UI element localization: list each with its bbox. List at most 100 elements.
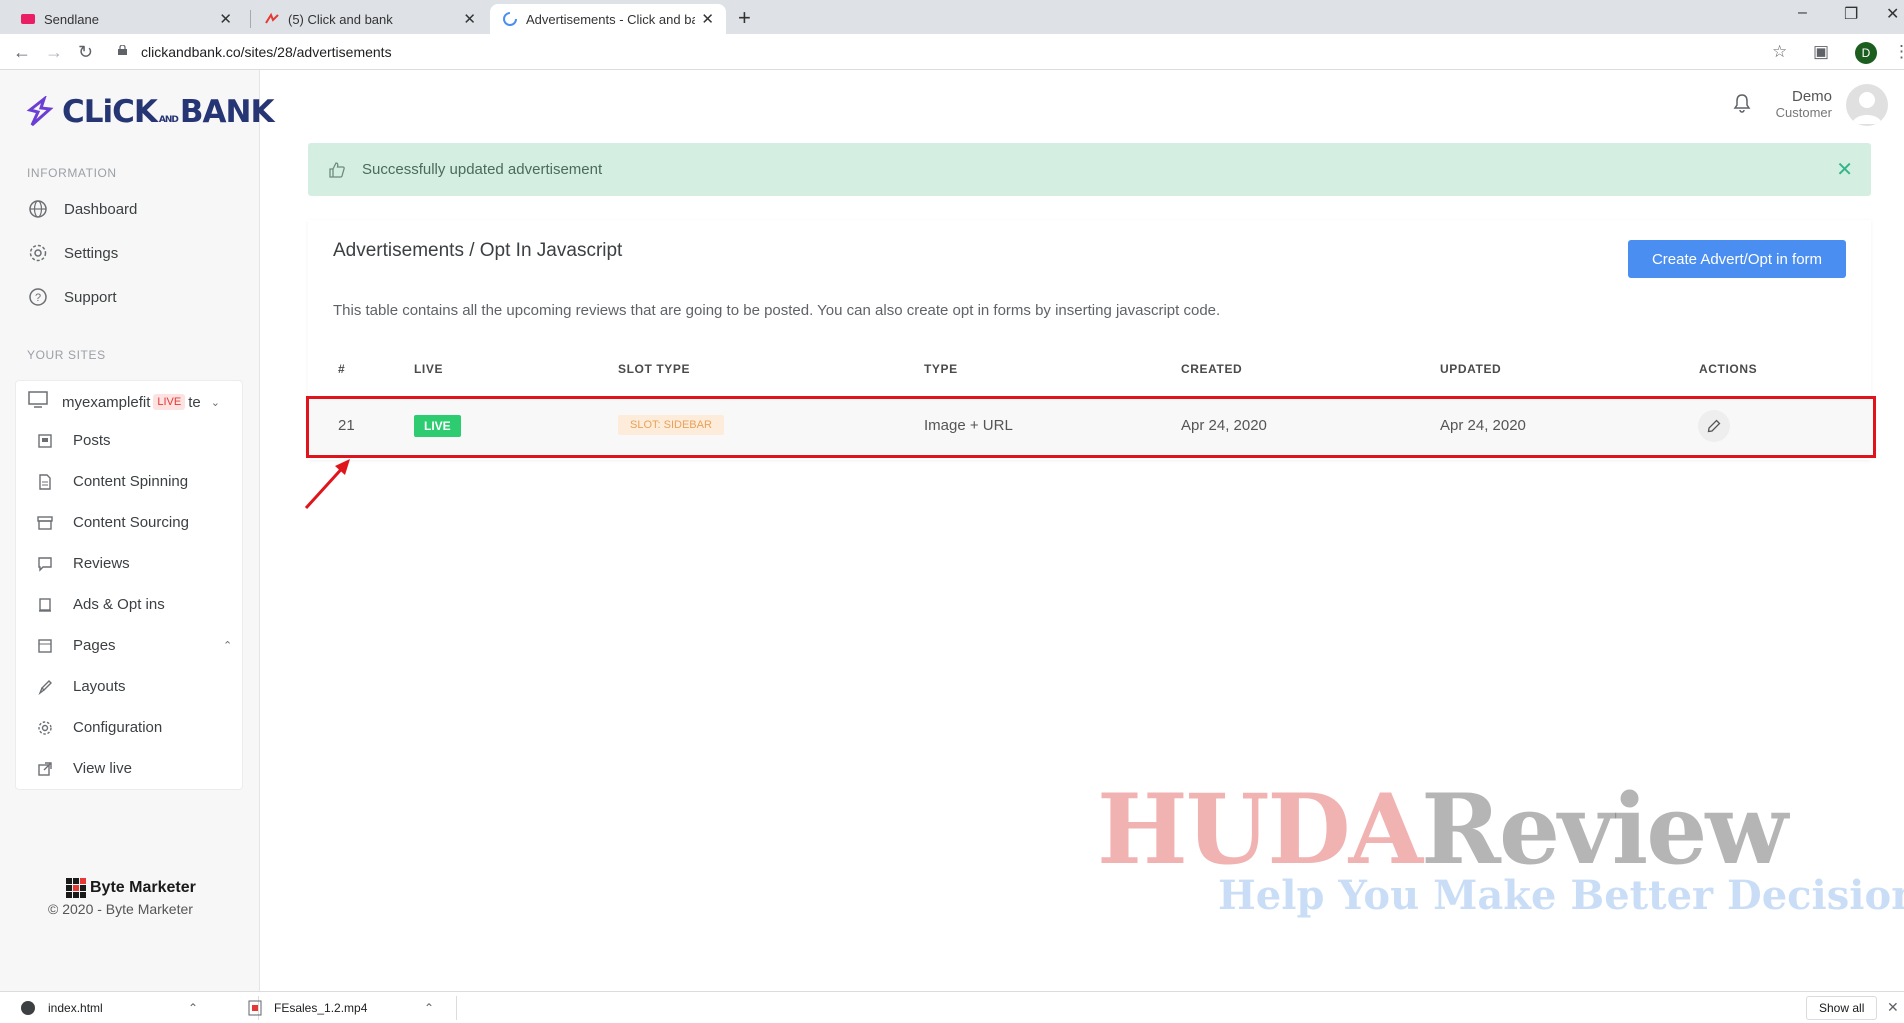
tab-advertisements[interactable]: Advertisements - Click and bank ✕ [490, 4, 726, 34]
back-arrow-icon[interactable]: ← [13, 42, 31, 63]
sidebar-item-label: Pages [73, 637, 116, 654]
lock-icon [118, 45, 127, 55]
sidebar-item-reviews[interactable]: Reviews [38, 555, 130, 572]
tab-divider [250, 10, 251, 28]
logo-text: CLiCK ANDBANK [62, 94, 274, 130]
sidebar-item-dashboard[interactable]: Dashboard [27, 198, 137, 220]
svg-text:?: ? [35, 292, 41, 304]
sidebar-item-label: Ads & Opt ins [73, 596, 165, 613]
page-title: Advertisements / Opt In Javascript [333, 240, 623, 261]
watermark-part-b: Review [1421, 773, 1788, 886]
footer-copyright: © 2020 - Byte Marketer [48, 901, 193, 917]
clickandbank-favicon-icon [264, 11, 280, 27]
chevron-up-icon[interactable]: ⌃ [223, 639, 232, 652]
gear-icon [37, 720, 53, 736]
browser-tab-bar: Sendlane ✕ (5) Click and bank ✕ Advertis… [0, 0, 1904, 34]
user-name: Demo [1791, 88, 1832, 105]
video-file-icon [248, 1000, 262, 1016]
column-header-created: CREATED [1181, 362, 1243, 376]
download-item[interactable]: index.html ⌃ [20, 1000, 198, 1016]
logo-mark-icon [26, 96, 54, 127]
sidebar-item-label: Content Spinning [73, 473, 189, 490]
section-title-your-sites: YOUR SITES [27, 348, 106, 362]
page-icon [37, 638, 53, 654]
forward-arrow-icon[interactable]: → [45, 42, 63, 63]
sidebar-item-posts[interactable]: Posts [38, 432, 111, 449]
new-tab-button[interactable]: + [738, 5, 751, 31]
footer-brand: Byte Marketer [66, 878, 196, 898]
posts-icon [37, 433, 53, 449]
sendlane-favicon-icon [20, 11, 36, 27]
sidebar-item-ads-opt-ins[interactable]: Ads & Opt ins [39, 596, 165, 613]
download-filename: index.html [48, 1001, 103, 1015]
ad-icon [37, 597, 53, 613]
create-advert-button[interactable]: Create Advert/Opt in form [1628, 240, 1846, 278]
sidebar-item-pages[interactable]: Pages ⌃ [38, 637, 233, 654]
chevron-up-icon[interactable]: ⌃ [188, 1001, 198, 1015]
comment-icon [37, 556, 53, 572]
sidebar-item-settings[interactable]: Settings [27, 242, 118, 264]
tab-click-and-bank[interactable]: (5) Click and bank ✕ [252, 4, 488, 34]
close-icon[interactable]: ✕ [219, 10, 232, 28]
chevron-down-icon: ⌄ [210, 396, 220, 409]
bell-icon[interactable] [1732, 93, 1752, 113]
reload-icon[interactable]: ↻ [78, 42, 93, 63]
loading-spinner-icon [502, 11, 518, 27]
document-icon [37, 473, 53, 490]
gear-icon [27, 242, 49, 264]
monitor-icon [28, 391, 48, 413]
sidebar-item-label: Content Sourcing [73, 514, 189, 531]
download-item[interactable]: FEsales_1.2.mp4 ⌃ [248, 1000, 434, 1016]
watermark-title: HUDAReview [1097, 773, 1788, 886]
chevron-up-icon[interactable]: ⌃ [424, 1001, 434, 1015]
column-header-id: # [338, 362, 346, 376]
sidebar-item-layouts[interactable]: Layouts [38, 678, 126, 695]
sidebar-item-content-sourcing[interactable]: Content Sourcing [37, 514, 189, 531]
close-window-icon[interactable]: ✕ [1886, 4, 1899, 24]
html-file-icon [21, 1001, 35, 1015]
menu-kebab-icon[interactable]: ⋮ [1893, 42, 1904, 62]
tab-sendlane[interactable]: Sendlane ✕ [8, 4, 244, 34]
sidebar-item-configuration[interactable]: Configuration [38, 719, 162, 736]
restore-icon[interactable]: ❐ [1844, 4, 1858, 24]
sidebar-item-label: Settings [64, 244, 119, 262]
bookmark-star-icon[interactable]: ☆ [1772, 42, 1787, 62]
sidebar-item-label: Dashboard [64, 200, 138, 218]
column-header-slot-type: SLOT TYPE [618, 362, 691, 376]
site-selector[interactable]: myexamplefit LIVE te ⌄ [28, 391, 220, 413]
globe-icon [27, 198, 49, 220]
site-name: myexamplefit [62, 393, 151, 411]
close-icon[interactable]: ✕ [701, 10, 714, 28]
close-icon[interactable]: ✕ [1887, 999, 1899, 1016]
external-link-icon [37, 761, 53, 777]
site-live-badge: LIVE [153, 394, 186, 410]
download-divider [456, 996, 457, 1020]
site-name-end: te [188, 393, 201, 411]
sidebar-item-label: Posts [73, 432, 111, 449]
success-alert: Successfully updated advertisement ✕ [308, 143, 1871, 196]
sidebar-item-label: Reviews [73, 555, 130, 572]
sidebar-item-content-spinning[interactable]: Content Spinning [39, 473, 189, 490]
watermark-tagline: Help You Make Better Decisions [1218, 872, 1904, 919]
address-bar: ← → ↻ clickandbank.co/sites/28/advertise… [0, 34, 1904, 70]
sidebar-item-view-live[interactable]: View live [38, 760, 132, 777]
column-header-live: LIVE [414, 362, 444, 376]
sidebar: CLiCK ANDBANK INFORMATION Dashboard Setti… [0, 70, 274, 992]
help-icon: ? [27, 286, 49, 308]
close-icon[interactable]: ✕ [1836, 157, 1853, 182]
thumbs-up-icon [329, 161, 345, 178]
profile-avatar[interactable]: D [1855, 42, 1877, 64]
show-all-button[interactable]: Show all [1806, 996, 1878, 1020]
sidebar-item-label: Support [64, 288, 117, 306]
extension-icon[interactable]: ▣ [1813, 42, 1829, 62]
user-info[interactable]: Demo Customer [1760, 88, 1832, 120]
brush-icon [37, 679, 53, 695]
url-input[interactable]: clickandbank.co/sites/28/advertisements [141, 44, 392, 60]
close-icon[interactable]: ✕ [463, 10, 476, 28]
column-header-updated: UPDATED [1440, 362, 1502, 376]
app-logo[interactable]: CLiCK ANDBANK [24, 94, 274, 130]
user-role: Customer [1775, 105, 1832, 120]
minimize-icon[interactable]: – [1798, 4, 1807, 22]
sidebar-item-support[interactable]: ? Support [27, 286, 117, 308]
avatar[interactable] [1846, 84, 1888, 126]
